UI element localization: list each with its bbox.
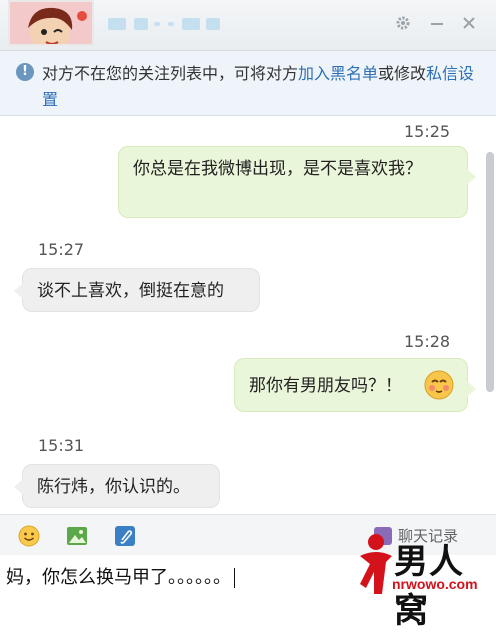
notice-text-middle: 或修改 xyxy=(378,64,427,83)
message-time: 15:27 xyxy=(38,240,85,259)
title-bar xyxy=(0,0,496,51)
chat-history[interactable]: 15:25 你总是在我微博出现，是不是喜欢我？ 15:27 谈不上喜欢，倒挺在意… xyxy=(0,116,496,514)
minimize-icon[interactable] xyxy=(426,12,448,34)
message-text: 你总是在我微博出现，是不是喜欢我？ xyxy=(133,159,422,179)
message-bubble-sent[interactable]: 你总是在我微博出现，是不是喜欢我？ xyxy=(118,146,476,218)
blush-emoji-icon xyxy=(423,369,455,410)
avatar[interactable] xyxy=(8,0,94,46)
message-bubble-received[interactable]: 谈不上喜欢，倒挺在意的 xyxy=(14,268,260,312)
image-icon[interactable] xyxy=(66,525,88,547)
info-icon: ! xyxy=(16,63,34,81)
message-text: 那你有男朋友吗？！ xyxy=(249,376,402,396)
notice-text: 对方不在您的关注列表中，可将对方加入黑名单或修改私信设置 xyxy=(42,61,482,113)
message-bubble-sent[interactable]: 那你有男朋友吗？！ xyxy=(234,358,476,412)
text-caret xyxy=(234,568,235,588)
message-time: 15:31 xyxy=(38,436,85,455)
message-bubble-received[interactable]: 陈行炜，你认识的。 xyxy=(14,464,220,508)
privacy-notice: ! 对方不在您的关注列表中，可将对方加入黑名单或修改私信设置 xyxy=(0,51,496,116)
chat-scrollbar[interactable] xyxy=(486,152,494,392)
message-input-text: 妈，你怎么换马甲了。。。。。。 xyxy=(6,563,235,589)
contact-name-redacted xyxy=(108,14,224,34)
paperclip-icon[interactable] xyxy=(114,525,136,547)
person-logo-icon xyxy=(360,534,392,594)
watermark-logo: 男人窝 nrwowo.com xyxy=(356,532,496,631)
message-text: 陈行炜，你认识的。 xyxy=(37,477,190,497)
message-time: 15:28 xyxy=(404,332,451,351)
message-input-value: 妈，你怎么换马甲了。。。。。。 xyxy=(6,567,231,588)
notice-text-before: 对方不在您的关注列表中，可将对方 xyxy=(42,64,299,83)
watermark-url: nrwowo.com xyxy=(392,576,478,592)
add-to-blacklist-link[interactable]: 加入黑名单 xyxy=(298,64,378,83)
smiley-icon[interactable] xyxy=(18,525,40,547)
close-icon[interactable] xyxy=(458,12,480,34)
message-text: 谈不上喜欢，倒挺在意的 xyxy=(37,281,224,301)
gear-icon[interactable] xyxy=(392,12,414,34)
message-time: 15:25 xyxy=(404,122,451,141)
